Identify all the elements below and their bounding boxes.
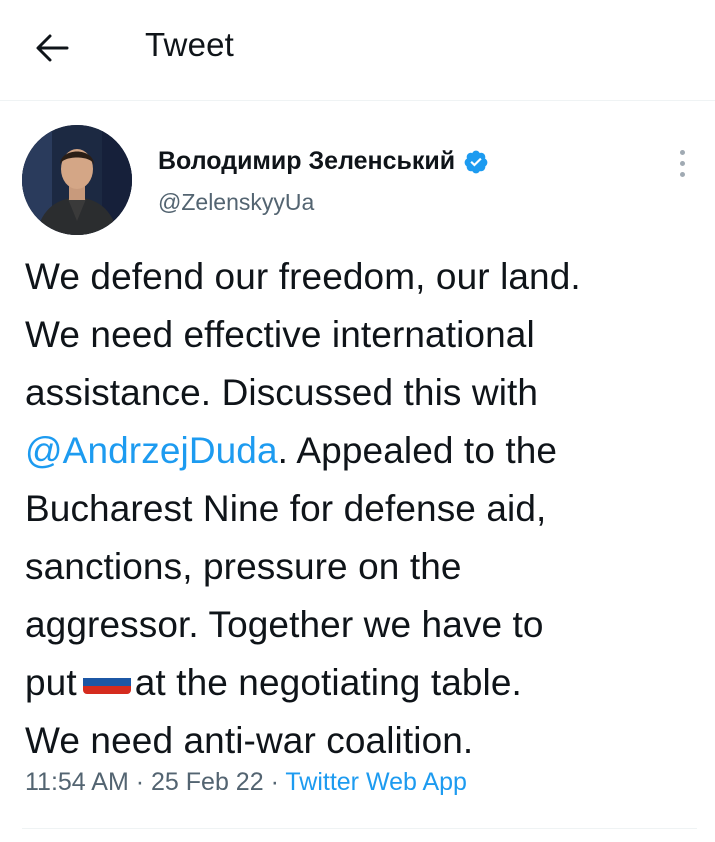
divider <box>22 828 697 829</box>
tweet-line: We need anti-war coalition. <box>25 712 700 770</box>
more-options-button[interactable] <box>672 143 692 183</box>
tweet-line: We need effective international <box>25 306 700 364</box>
tweet-author: Володимир Зеленський @ZelenskyyUa <box>22 125 702 240</box>
russia-flag-icon <box>82 670 131 695</box>
tweet-line-text: sanctions, pressure on the <box>25 546 462 587</box>
more-dot <box>679 160 685 166</box>
tweet-line-text: We defend our freedom, our land. <box>25 256 581 297</box>
tweet-line-text: assistance. Discussed this with <box>25 372 539 413</box>
verified-badge-icon <box>464 150 488 173</box>
tweet-source-link[interactable]: Twitter Web App <box>285 768 467 796</box>
author-name-row[interactable]: Володимир Зеленський <box>158 147 489 176</box>
tweet-line-text: put <box>25 662 77 703</box>
tweet-text: We defend our freedom, our land. We need… <box>25 248 700 770</box>
tweet-page: Tweet Володимир Зеленський @ZelenskyyUa <box>0 0 715 842</box>
author-name[interactable]: Володимир Зеленський <box>158 147 455 176</box>
tweet-line-text: Bucharest Nine for defense aid, <box>25 488 547 529</box>
meta-separator: · <box>135 768 145 796</box>
tweet-line-text: aggressor. Together we have to <box>25 604 544 645</box>
tweet-line: put at the negotiating table. <box>25 654 700 712</box>
page-title: Tweet <box>145 26 235 63</box>
tweet-line: Bucharest Nine for defense aid, <box>25 480 700 538</box>
meta-separator: · <box>270 768 279 796</box>
more-dot <box>679 149 685 155</box>
tweet-metadata: 11:54 AM · 25 Feb 22 · Twitter Web App <box>25 768 467 797</box>
tweet-line-text: We need anti-war coalition. <box>25 720 474 761</box>
tweet-date[interactable]: 25 Feb 22 <box>151 768 264 796</box>
tweet-line-text: . Appealed to the <box>277 430 558 471</box>
top-bar: Tweet <box>0 0 715 101</box>
arrow-left-icon <box>36 34 69 62</box>
tweet-line-text: at the negotiating table. <box>134 662 522 703</box>
mention-link[interactable]: @AndrzejDuda <box>25 430 278 471</box>
more-dot <box>679 171 685 177</box>
tweet-line: assistance. Discussed this with <box>25 364 700 422</box>
tweet-line-text: We need effective international <box>25 314 535 355</box>
avatar[interactable] <box>22 125 132 235</box>
author-handle[interactable]: @ZelenskyyUa <box>158 189 314 216</box>
avatar-portrait <box>22 125 132 235</box>
tweet-time[interactable]: 11:54 AM <box>25 768 129 796</box>
tweet-line: sanctions, pressure on the <box>25 538 700 596</box>
tweet-line: aggressor. Together we have to <box>25 596 700 654</box>
tweet-line: We defend our freedom, our land. <box>25 248 700 306</box>
back-button[interactable] <box>30 26 74 70</box>
tweet-line: @AndrzejDuda. Appealed to the <box>25 422 700 480</box>
